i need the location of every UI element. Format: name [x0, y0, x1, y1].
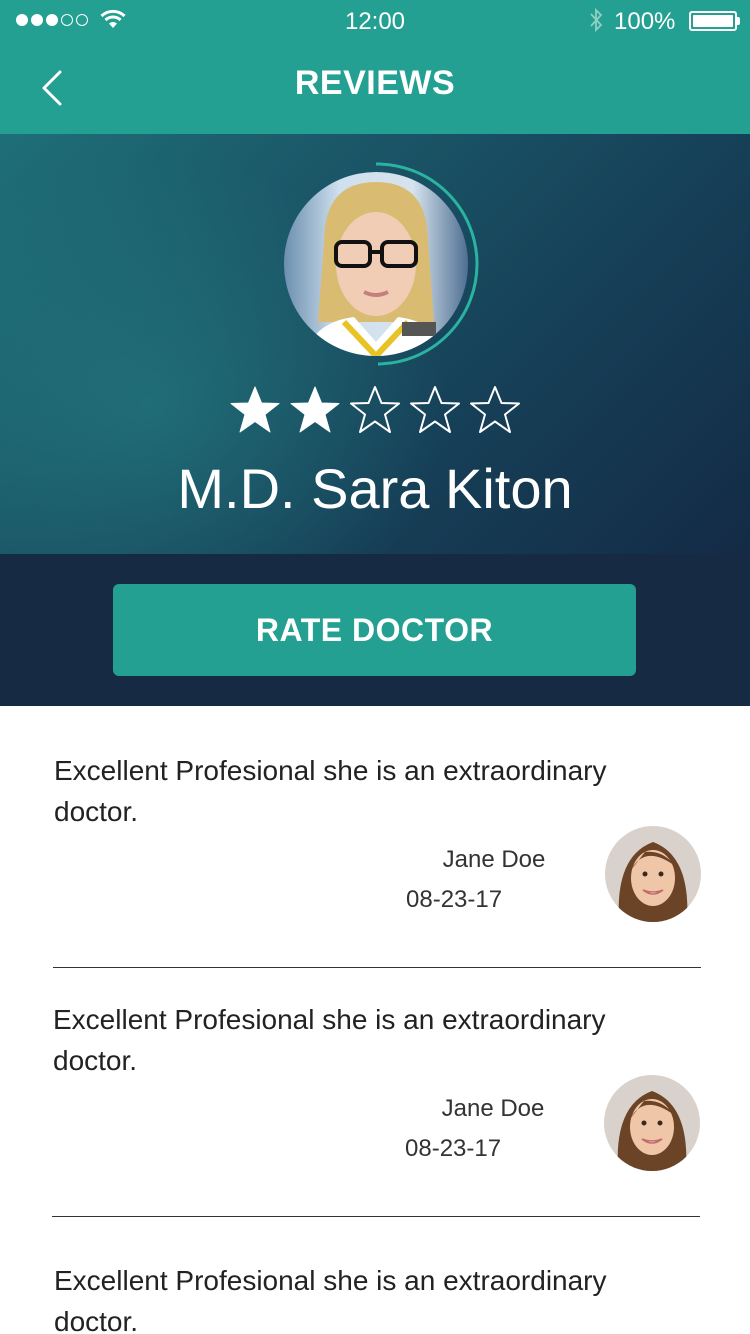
rate-section: RATE DOCTOR: [0, 554, 750, 706]
review-divider: [53, 967, 701, 968]
star-empty-icon[interactable]: [409, 384, 461, 436]
star-empty-icon[interactable]: [349, 384, 401, 436]
status-bar: 12:00 100%: [0, 0, 750, 42]
page-title: REVIEWS: [294, 64, 456, 102]
nav-bar: REVIEWS: [0, 42, 750, 134]
battery-percentage: 100%: [614, 8, 676, 35]
doctor-avatar-wrapper: [282, 160, 480, 370]
doctor-avatar: [284, 172, 468, 356]
review-text: Excellent Profesional she is an extraord…: [54, 1265, 607, 1334]
doctor-name: M.D. Sara Kiton: [177, 457, 573, 520]
doctor-profile-header: M.D. Sara Kiton: [0, 134, 750, 554]
review-text: Excellent Profesional she is an extraord…: [53, 1004, 606, 1076]
star-filled-icon[interactable]: [289, 384, 341, 436]
review-date: 08-23-17: [406, 886, 503, 913]
review-author: Jane Doe: [442, 846, 546, 873]
rating-stars: [229, 384, 521, 436]
bluetooth-icon: [590, 7, 603, 33]
review-date: 08-23-17: [405, 1135, 502, 1162]
star-empty-icon[interactable]: [469, 384, 521, 436]
battery-icon: [689, 11, 737, 31]
review-text: Excellent Profesional she is an extraord…: [54, 755, 607, 827]
reviews-list: Excellent Profesional she is an extraord…: [0, 706, 750, 1334]
review-divider: [52, 1216, 700, 1217]
reviewer-avatar[interactable]: [604, 1075, 700, 1171]
review-author: Jane Doe: [441, 1095, 545, 1122]
star-filled-icon[interactable]: [229, 384, 281, 436]
reviewer-avatar[interactable]: [605, 826, 701, 922]
rate-doctor-button[interactable]: RATE DOCTOR: [113, 584, 636, 676]
